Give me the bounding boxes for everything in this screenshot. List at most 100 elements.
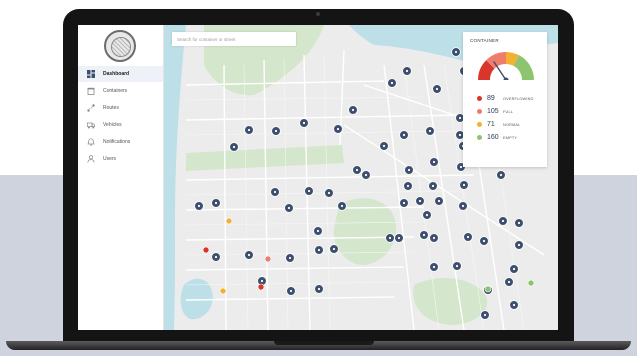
marker-glyph: [388, 236, 392, 240]
marker-glyph: [483, 313, 487, 317]
marker-glyph: [517, 243, 521, 247]
marker-glyph: [332, 247, 336, 251]
legend-label: OVERFLOWING: [503, 96, 534, 101]
marker-glyph: [437, 199, 441, 203]
marker-glyph: [428, 129, 432, 133]
marker-glyph: [287, 206, 291, 210]
sidebar-item-label: Containers: [103, 88, 128, 94]
legend-row-empty: 160 EMPTY: [477, 131, 545, 144]
marker-glyph: [517, 221, 521, 225]
marker-glyph: [466, 235, 470, 239]
container-marker-normal[interactable]: [225, 217, 233, 225]
marker-glyph: [274, 129, 278, 133]
laptop-base: [6, 341, 631, 350]
marker-glyph: [317, 287, 321, 291]
container-legend: 89 OVERFLOWING 105 FULL 71 NORMAL 160 EM…: [477, 92, 545, 144]
container-marker-empty[interactable]: [484, 285, 492, 293]
marker-glyph: [454, 50, 458, 54]
marker-glyph: [458, 116, 462, 120]
sidebar-item-containers[interactable]: Containers: [78, 83, 163, 99]
container-marker-full[interactable]: [264, 255, 272, 263]
marker-glyph: [351, 108, 355, 112]
legend-row-normal: 71 NORMAL: [477, 118, 545, 131]
marker-glyph: [288, 256, 292, 260]
sidebar: Dashboard Containers Routes Vehicles Not…: [78, 25, 164, 330]
marker-glyph: [316, 229, 320, 233]
sidebar-item-label: Notifications: [103, 139, 131, 145]
marker-glyph: [405, 69, 409, 73]
status-dot-full: [477, 109, 482, 114]
legend-count: 89: [487, 95, 495, 102]
search-input[interactable]: [172, 32, 296, 46]
marker-glyph: [432, 265, 436, 269]
legend-count: 71: [487, 121, 495, 128]
fill-level-gauge: [478, 51, 534, 80]
marker-glyph: [307, 189, 311, 193]
marker-glyph: [260, 279, 264, 283]
marker-glyph: [435, 87, 439, 91]
marker-glyph: [458, 133, 462, 137]
marker-glyph: [425, 213, 429, 217]
sidebar-item-label: Vehicles: [103, 122, 122, 128]
marker-glyph: [327, 191, 331, 195]
marker-glyph: [355, 168, 359, 172]
legend-label: FULL: [503, 109, 514, 114]
marker-glyph: [197, 204, 201, 208]
dashboard-icon: [87, 70, 95, 78]
marker-glyph: [382, 144, 386, 148]
route-icon: [87, 104, 95, 112]
user-icon: [87, 155, 95, 163]
seal-emblem: [111, 37, 131, 57]
sidebar-item-users[interactable]: Users: [78, 151, 163, 167]
marker-glyph: [247, 253, 251, 257]
marker-glyph: [432, 160, 436, 164]
camera: [316, 12, 320, 16]
legend-count: 160: [487, 134, 499, 141]
marker-glyph: [459, 165, 463, 169]
sidebar-item-routes[interactable]: Routes: [78, 100, 163, 116]
marker-glyph: [406, 184, 410, 188]
marker-glyph: [461, 204, 465, 208]
legend-count: 105: [487, 108, 499, 115]
status-dot-overflowing: [477, 96, 482, 101]
sidebar-item-notifications[interactable]: Notifications: [78, 134, 163, 150]
marker-glyph: [432, 236, 436, 240]
marker-glyph: [364, 173, 368, 177]
marker-glyph: [302, 121, 306, 125]
marker-glyph: [499, 173, 503, 177]
panel-title: CONTAINER: [470, 38, 499, 43]
container-marker-overflowing[interactable]: [202, 246, 210, 254]
city-seal-logo: [104, 30, 136, 62]
marker-glyph: [431, 184, 435, 188]
marker-glyph: [340, 204, 344, 208]
container-icon: [87, 87, 95, 95]
marker-glyph: [336, 127, 340, 131]
marker-glyph: [512, 303, 516, 307]
marker-glyph: [407, 168, 411, 172]
container-marker-overflowing[interactable]: [257, 283, 265, 291]
sidebar-item-label: Dashboard: [103, 71, 130, 77]
marker-glyph: [422, 233, 426, 237]
marker-glyph: [390, 81, 394, 85]
sidebar-item-dashboard[interactable]: Dashboard: [78, 66, 163, 82]
app-screen: Dashboard Containers Routes Vehicles Not…: [78, 25, 558, 330]
container-marker-normal[interactable]: [219, 287, 227, 295]
marker-glyph: [247, 128, 251, 132]
marker-glyph: [402, 201, 406, 205]
marker-glyph: [462, 183, 466, 187]
legend-label: EMPTY: [503, 135, 518, 140]
legend-row-overflowing: 89 OVERFLOWING: [477, 92, 545, 105]
marker-glyph: [507, 280, 511, 284]
marker-glyph: [214, 255, 218, 259]
marker-glyph: [512, 267, 516, 271]
marker-glyph: [214, 201, 218, 205]
truck-icon: [87, 121, 95, 129]
container-marker-empty[interactable]: [527, 279, 535, 287]
marker-glyph: [273, 190, 277, 194]
bell-icon: [87, 138, 95, 146]
marker-glyph: [402, 133, 406, 137]
marker-glyph: [397, 236, 401, 240]
marker-glyph: [501, 219, 505, 223]
legend-row-full: 105 FULL: [477, 105, 545, 118]
sidebar-item-vehicles[interactable]: Vehicles: [78, 117, 163, 133]
